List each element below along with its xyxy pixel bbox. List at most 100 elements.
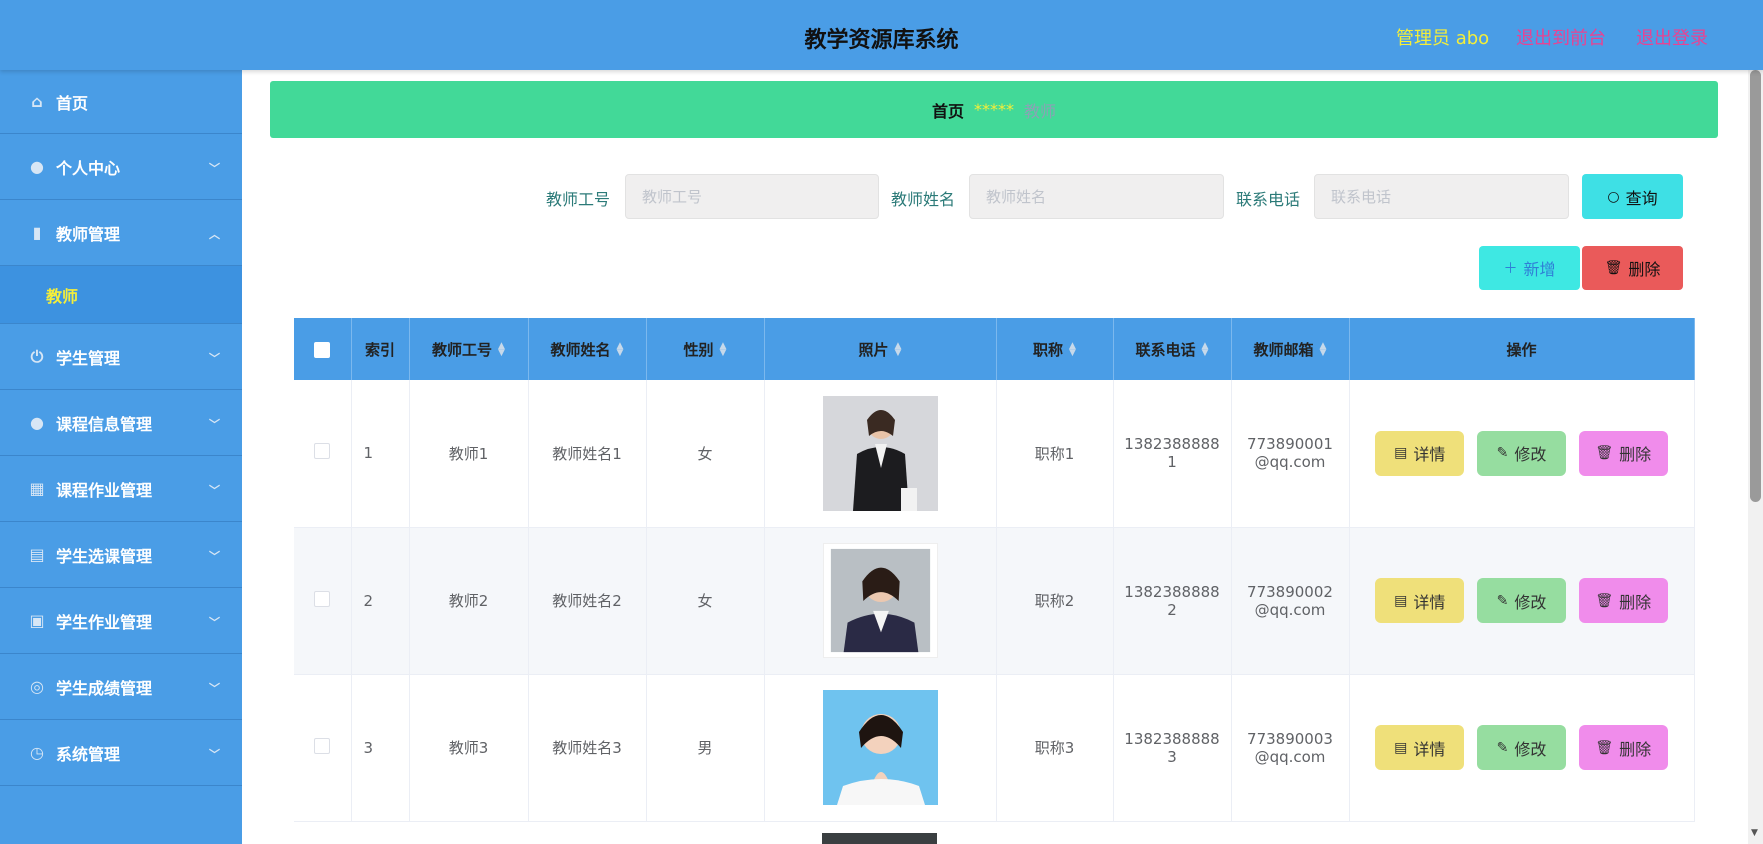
- document-icon: ▤: [1394, 739, 1408, 756]
- edit-button[interactable]: ✎ 修改: [1477, 430, 1566, 476]
- sidebar-subitem-teacher[interactable]: 教师: [0, 266, 242, 324]
- sidebar-item-home[interactable]: ⌂ 首页: [0, 70, 242, 134]
- breadcrumb: 首页 ***** 教师: [270, 81, 1718, 138]
- column-header-email[interactable]: 教师邮箱 ▲ ▼: [1231, 318, 1350, 380]
- query-button[interactable]: ○ 查询: [1582, 174, 1683, 219]
- sort-icon[interactable]: ▲ ▼: [720, 342, 727, 358]
- power-icon: ⏻: [30, 346, 44, 366]
- column-header-teacher-id[interactable]: 教师工号 ▲ ▼: [409, 318, 529, 380]
- detail-label: 详情: [1413, 592, 1446, 612]
- header-label: 照片: [858, 340, 889, 359]
- teacher-photo[interactable]: [822, 395, 938, 511]
- sidebar-item-grades[interactable]: ◎ 学生成绩管理 ﹀: [0, 654, 242, 720]
- sidebar-item-student-homework[interactable]: ▣ 学生作业管理 ﹀: [0, 588, 242, 654]
- sidebar-item-label: 学生选课管理: [56, 546, 153, 566]
- header-label: 教师工号: [432, 340, 493, 359]
- row-checkbox[interactable]: [314, 737, 331, 754]
- top-header: 教学资源库系统 管理员 abo 退出到前台 退出登录: [0, 0, 1763, 70]
- teacher-name-input[interactable]: [969, 174, 1224, 219]
- cell-actions: ▤ 详情 ✎ 修改 🗑 删除: [1349, 674, 1695, 822]
- delete-button[interactable]: 🗑 删除: [1578, 430, 1668, 476]
- column-header-phone[interactable]: 联系电话 ▲ ▼: [1113, 318, 1232, 380]
- sidebar-item-course-homework[interactable]: ▦ 课程作业管理 ﹀: [0, 456, 242, 522]
- column-header-photo[interactable]: 照片 ▲ ▼: [764, 318, 997, 380]
- cell-actions: ▤ 详情 ✎ 修改 🗑 删除: [1349, 380, 1695, 528]
- cell-photo: [764, 674, 997, 822]
- cell-gender: 女: [646, 527, 765, 675]
- batch-delete-button[interactable]: 🗑 删除: [1582, 246, 1683, 290]
- delete-button[interactable]: 🗑 删除: [1578, 578, 1668, 623]
- sort-icon[interactable]: ▲ ▼: [895, 342, 902, 358]
- sort-icon[interactable]: ▲ ▼: [1069, 342, 1076, 358]
- delete-label: 删除: [1619, 445, 1652, 465]
- row-checkbox[interactable]: [314, 443, 331, 460]
- cell-teacher-name: 教师姓名3: [528, 674, 647, 822]
- compass-icon: ◷: [30, 743, 44, 762]
- cell-photo: [764, 380, 997, 528]
- sidebar: ⌂ 首页 ● 个人中心 ﹀ ▮ 教师管理 ︿ 教师 ⏻ 学生管理 ﹀ ● 课程信…: [0, 70, 242, 844]
- chevron-down-icon: ﹀: [209, 748, 220, 761]
- sidebar-item-teacher-mgmt[interactable]: ▮ 教师管理 ︿: [0, 200, 242, 266]
- edit-button[interactable]: ✎ 修改: [1477, 578, 1566, 623]
- column-header-title[interactable]: 职称 ▲ ▼: [996, 318, 1114, 380]
- app-title: 教学资源库系统: [804, 28, 959, 53]
- sidebar-item-label: 课程作业管理: [56, 480, 153, 500]
- sidebar-item-profile[interactable]: ● 个人中心 ﹀: [0, 134, 242, 200]
- home-icon: ⌂: [31, 92, 43, 111]
- sort-icon[interactable]: ▲ ▼: [1202, 342, 1209, 358]
- column-header-index: 索引: [351, 318, 410, 380]
- sort-icon[interactable]: ▲ ▼: [617, 342, 624, 358]
- grid-icon: ▦: [29, 479, 45, 498]
- document-icon: ▤: [1394, 445, 1408, 462]
- email-line: @qq.com: [1254, 600, 1326, 619]
- logout-link[interactable]: 退出登录: [1636, 24, 1708, 50]
- sidebar-item-student-mgmt[interactable]: ⏻ 学生管理 ﹀: [0, 324, 242, 390]
- teacher-photo[interactable]: [822, 690, 938, 805]
- detail-button[interactable]: ▤ 详情: [1375, 578, 1465, 623]
- row-checkbox[interactable]: [314, 590, 331, 607]
- row-select-cell: [294, 380, 352, 528]
- chevron-up-icon: ︿: [209, 228, 220, 241]
- cell-email: 773890003 @qq.com: [1231, 674, 1350, 822]
- column-header-actions: 操作: [1349, 318, 1695, 380]
- chevron-down-icon: ﹀: [209, 616, 220, 629]
- phone-input[interactable]: [1314, 174, 1569, 219]
- add-button[interactable]: ＋ 新增: [1479, 246, 1580, 290]
- teacher-id-label: 教师工号: [546, 190, 611, 209]
- chevron-down-icon: ﹀: [209, 418, 220, 431]
- cell-title: 职称2: [996, 527, 1114, 675]
- chevron-down-icon: ﹀: [209, 550, 220, 563]
- sidebar-item-label: 教师管理: [56, 224, 121, 244]
- header-label: 联系电话: [1135, 340, 1196, 359]
- detail-button[interactable]: ▤ 详情: [1375, 430, 1465, 476]
- delete-button[interactable]: 🗑 删除: [1578, 725, 1668, 770]
- cell-title: 职称3: [996, 674, 1114, 822]
- scroll-down-arrow-icon[interactable]: ▼: [1751, 828, 1758, 838]
- detail-button[interactable]: ▤ 详情: [1375, 725, 1465, 770]
- sidebar-item-course-selection[interactable]: ▤ 学生选课管理 ﹀: [0, 522, 242, 588]
- edit-button[interactable]: ✎ 修改: [1477, 725, 1566, 770]
- cell-photo: [764, 527, 997, 675]
- teacher-photo[interactable]: [822, 543, 938, 658]
- select-all-checkbox[interactable]: [314, 341, 331, 358]
- chevron-down-icon: ﹀: [209, 484, 220, 497]
- phone-line: 1382388888: [1124, 435, 1220, 454]
- cell-actions: ▤ 详情 ✎ 修改 🗑 删除: [1349, 527, 1695, 675]
- detail-label: 详情: [1413, 445, 1446, 465]
- document-icon: ▤: [1394, 592, 1408, 609]
- sidebar-item-system[interactable]: ◷ 系统管理 ﹀: [0, 720, 242, 786]
- scrollbar-thumb[interactable]: [1750, 70, 1761, 502]
- header-label: 教师邮箱: [1253, 340, 1314, 359]
- column-header-teacher-name[interactable]: 教师姓名 ▲ ▼: [528, 318, 647, 380]
- sidebar-item-course-info[interactable]: ● 课程信息管理 ﹀: [0, 390, 242, 456]
- breadcrumb-home[interactable]: 首页: [932, 98, 964, 122]
- exit-to-frontend-link[interactable]: 退出到前台: [1516, 24, 1606, 50]
- batch-delete-label: 删除: [1628, 260, 1661, 279]
- chevron-down-icon: ﹀: [209, 352, 220, 365]
- delete-label: 删除: [1619, 592, 1652, 612]
- sort-icon[interactable]: ▲ ▼: [498, 342, 505, 358]
- teacher-id-input[interactable]: [625, 174, 879, 219]
- sort-icon[interactable]: ▲ ▼: [1320, 342, 1327, 358]
- column-header-gender[interactable]: 性别 ▲ ▼: [646, 318, 765, 380]
- chevron-down-icon: ﹀: [209, 682, 220, 695]
